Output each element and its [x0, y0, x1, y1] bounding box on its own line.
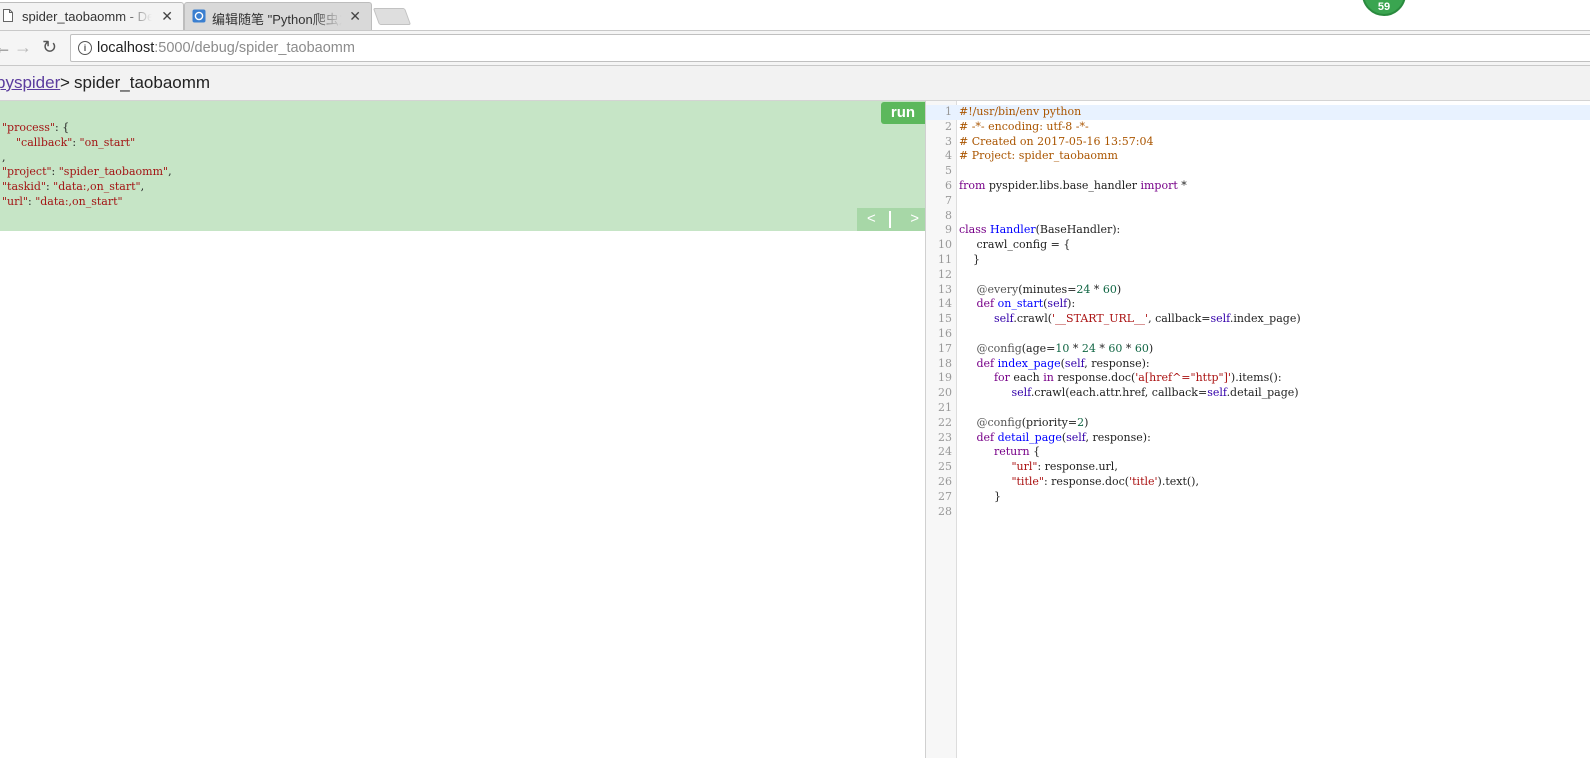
code-line[interactable]: 1 #!/usr/bin/env python [926, 105, 1590, 120]
json-value: "spider_taobaomm" [58, 165, 169, 179]
code-line[interactable]: 13 @every(minutes=24 * 60) [926, 283, 1590, 298]
address-toolbar: ← → ↻ i localhost:5000/debug/spider_taob… [0, 31, 1590, 66]
code-line[interactable]: 21 [926, 401, 1590, 416]
url-path: :5000/debug/spider_taobaomm [154, 40, 355, 56]
reload-icon[interactable]: ↻ [42, 37, 57, 58]
code-line[interactable]: 16 [926, 327, 1590, 342]
prev-task-button[interactable]: < [867, 210, 876, 227]
code-line[interactable]: 12 [926, 268, 1590, 283]
url-host: localhost [97, 40, 155, 56]
code-line[interactable]: 2 # -*- encoding: utf-8 -*- [926, 120, 1590, 135]
code-line[interactable]: 15 self.crawl('__START_URL__', callback=… [926, 312, 1590, 327]
code-line[interactable]: 10 crawl_config = { [926, 238, 1590, 253]
code-line[interactable]: 18 def index_page(self, response): [926, 357, 1590, 372]
notification-badge[interactable]: 59 [1362, 0, 1406, 16]
code-line[interactable]: 17 @config(age=10 * 24 * 60 * 60) [926, 342, 1590, 357]
pager-divider [889, 211, 891, 228]
code-line[interactable]: 20 self.crawl(each.attr.href, callback=s… [926, 386, 1590, 401]
code-line[interactable]: 26 "title": response.doc('title').text()… [926, 475, 1590, 490]
code-line[interactable]: 28 [926, 505, 1590, 520]
code-line[interactable]: 4 # Project: spider_taobaomm [926, 149, 1590, 164]
task-pane: run "process": { "callback": "on_start" … [0, 101, 925, 758]
code-line[interactable]: 23 def detail_page(self, response): [926, 431, 1590, 446]
json-key: "url" [2, 194, 28, 208]
json-key: "process" [2, 121, 56, 134]
task-json[interactable]: "process": { "callback": "on_start" , "p… [2, 121, 172, 210]
code-line[interactable]: 8 [926, 209, 1590, 224]
back-arrow-icon[interactable]: ← [0, 37, 12, 58]
code-line[interactable]: 22 @config(priority=2) [926, 416, 1590, 431]
code-line[interactable]: 9 class Handler(BaseHandler): [926, 223, 1590, 238]
info-icon[interactable]: i [78, 41, 92, 55]
code-line[interactable]: 7 [926, 194, 1590, 209]
cnblogs-icon [192, 9, 206, 23]
json-key: "taskid" [2, 180, 46, 194]
browser-tab-strip: spider_taobaomm - De ✕ 编辑随笔 "Python爬虫之 ✕… [0, 0, 1590, 31]
json-key: "project" [2, 165, 52, 179]
tab-title: spider_taobaomm - De [22, 9, 152, 24]
json-value: "data:,on_start" [53, 180, 141, 194]
project-title: spider_taobaomm [74, 73, 211, 92]
forward-arrow-icon[interactable]: → [14, 37, 32, 58]
breadcrumb-separator: > [60, 73, 70, 92]
browser-tab-active[interactable]: spider_taobaomm - De ✕ [0, 2, 184, 30]
url-input[interactable]: i localhost:5000/debug/spider_taobaomm [70, 34, 1590, 62]
json-value: "data:,on_start" [35, 194, 123, 208]
json-key: "callback" [16, 135, 73, 149]
code-line[interactable]: 3 # Created on 2017-05-16 13:57:04 [926, 135, 1590, 150]
browser-tab[interactable]: 编辑随笔 "Python爬虫之 ✕ [184, 2, 372, 30]
task-history-pager: < > [857, 208, 925, 231]
code-line[interactable]: 6 from pyspider.libs.base_handler import … [926, 179, 1590, 194]
close-tab-icon[interactable]: ✕ [349, 8, 361, 25]
document-icon [3, 9, 13, 22]
breadcrumb-root-link[interactable]: pyspider [0, 66, 60, 100]
code-line[interactable]: 14 def on_start(self): [926, 297, 1590, 312]
code-line[interactable]: 5 [926, 164, 1590, 179]
task-editor[interactable]: run "process": { "callback": "on_start" … [0, 101, 925, 231]
new-tab-button[interactable] [372, 8, 412, 25]
code-line[interactable]: 25 "url": response.url, [926, 460, 1590, 475]
code-editor[interactable]: 1 #!/usr/bin/env python 2 # -*- encoding: … [925, 101, 1590, 758]
code-line[interactable]: 19 for each in response.doc('a[href^="ht… [926, 371, 1590, 386]
next-task-button[interactable]: > [910, 210, 919, 227]
code-line[interactable]: 27 } [926, 490, 1590, 505]
code-line[interactable]: 24 return { [926, 445, 1590, 460]
tab-title: 编辑随笔 "Python爬虫之 [212, 9, 342, 28]
close-tab-icon[interactable]: ✕ [161, 8, 173, 25]
run-button[interactable]: run [881, 102, 925, 124]
breadcrumb: pyspider > spider_taobaomm [0, 66, 1590, 101]
code-line[interactable]: 11 } [926, 253, 1590, 268]
json-value: "on_start" [79, 135, 136, 149]
